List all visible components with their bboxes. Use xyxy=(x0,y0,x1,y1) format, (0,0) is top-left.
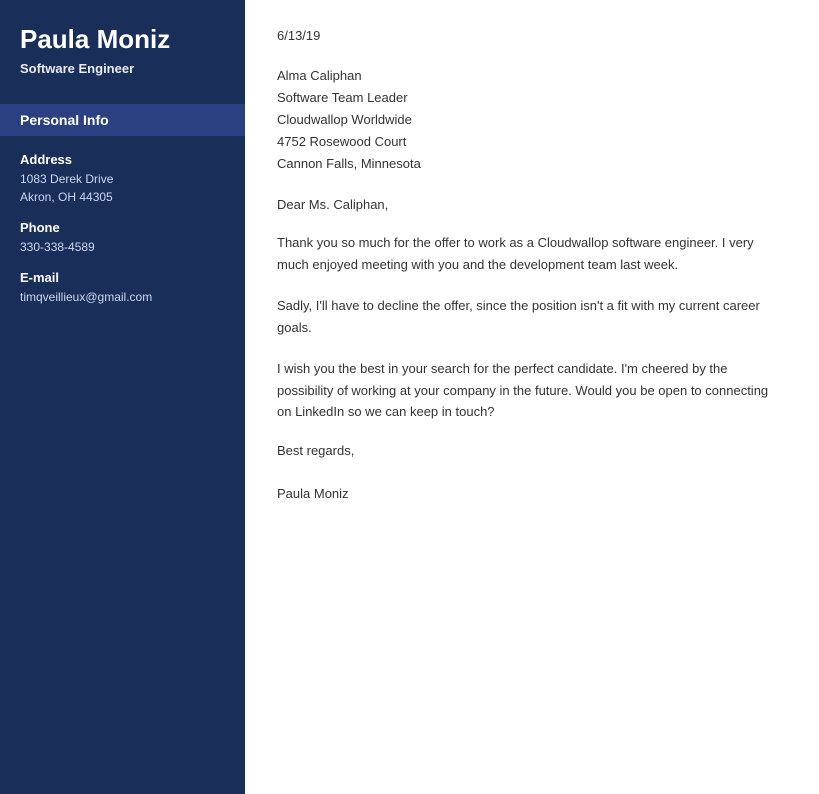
letter-paragraph-1: Thank you so much for the offer to work … xyxy=(277,232,783,275)
letter-date: 6/13/19 xyxy=(277,28,783,43)
letter-signature: Paula Moniz xyxy=(277,486,783,501)
letter-paragraph-3: I wish you the best in your search for t… xyxy=(277,358,783,422)
sidebar-title: Software Engineer xyxy=(20,61,225,76)
address-block: Address 1083 Derek Drive Akron, OH 44305 xyxy=(20,152,225,206)
recipient-address1: 4752 Rosewood Court xyxy=(277,131,783,153)
phone-value: 330-338-4589 xyxy=(20,238,225,256)
recipient-block: Alma Caliphan Software Team Leader Cloud… xyxy=(277,65,783,175)
letter-closing: Best regards, xyxy=(277,443,783,458)
email-value: timqveillieux@gmail.com xyxy=(20,288,225,306)
main-content: 6/13/19 Alma Caliphan Software Team Lead… xyxy=(245,0,819,794)
sidebar: Paula Moniz Software Engineer Personal I… xyxy=(0,0,245,794)
sidebar-name: Paula Moniz xyxy=(20,24,225,55)
personal-info-header: Personal Info xyxy=(0,104,245,136)
letter-paragraph-2: Sadly, I'll have to decline the offer, s… xyxy=(277,295,783,338)
email-label: E-mail xyxy=(20,270,225,285)
resume-container: Paula Moniz Software Engineer Personal I… xyxy=(0,0,819,794)
salutation: Dear Ms. Caliphan, xyxy=(277,197,783,212)
recipient-address2: Cannon Falls, Minnesota xyxy=(277,153,783,175)
address-line2: Akron, OH 44305 xyxy=(20,188,225,206)
address-label: Address xyxy=(20,152,225,167)
recipient-name: Alma Caliphan xyxy=(277,65,783,87)
phone-label: Phone xyxy=(20,220,225,235)
sidebar-header: Paula Moniz Software Engineer xyxy=(0,0,245,94)
recipient-title: Software Team Leader xyxy=(277,87,783,109)
recipient-company: Cloudwallop Worldwide xyxy=(277,109,783,131)
email-block: E-mail timqveillieux@gmail.com xyxy=(20,270,225,306)
address-line1: 1083 Derek Drive xyxy=(20,170,225,188)
sidebar-info: Address 1083 Derek Drive Akron, OH 44305… xyxy=(0,136,245,336)
phone-block: Phone 330-338-4589 xyxy=(20,220,225,256)
